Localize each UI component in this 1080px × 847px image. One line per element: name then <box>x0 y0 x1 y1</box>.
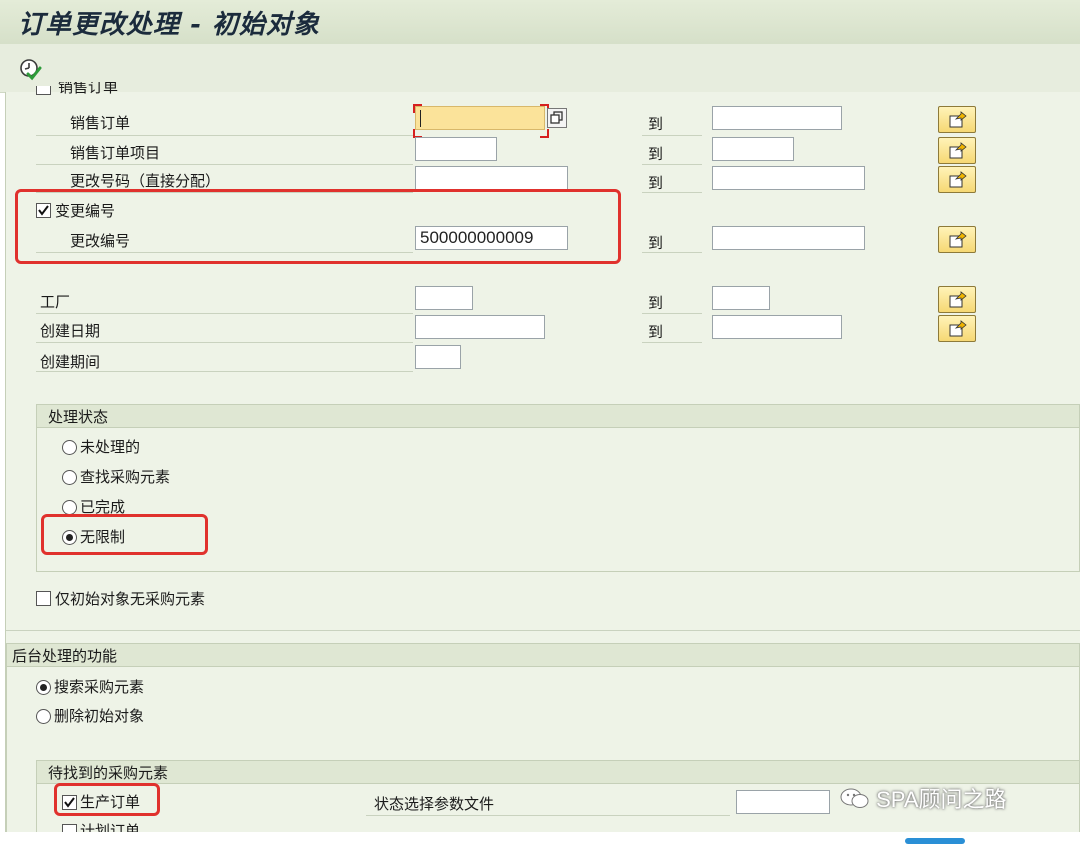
planned-order-checkbox[interactable] <box>62 824 77 832</box>
blue-scroll-mark <box>905 838 965 844</box>
processing-status-title: 处理状态 <box>48 408 109 426</box>
sales-order-section-label: 销售订单 <box>58 82 119 94</box>
status-profile-label: 状态选择参数文件 <box>374 795 495 813</box>
only-initial-objects-label: 仅初始对象无采购元素 <box>55 590 206 608</box>
focus-corner <box>413 104 422 113</box>
row-underline <box>36 313 413 314</box>
row-underline <box>36 135 413 136</box>
created-date-label: 创建日期 <box>40 322 101 340</box>
f4-help-icon[interactable] <box>547 108 567 128</box>
focus-corner <box>540 129 549 138</box>
change-number-direct-from-input[interactable] <box>415 166 568 190</box>
group-header <box>37 405 1079 428</box>
section-divider <box>6 630 1080 631</box>
to-label: 到 <box>648 115 664 133</box>
radio-completed[interactable] <box>62 500 77 515</box>
plant-from-input[interactable] <box>415 286 473 310</box>
watermark-text: SPA顾问之路 <box>876 787 1007 812</box>
row-underline <box>642 164 702 165</box>
change-number-direct-label: 更改号码（直接分配） <box>70 172 221 190</box>
sales-order-item-from-input[interactable] <box>415 137 497 161</box>
wechat-icon <box>840 787 876 812</box>
row-underline <box>36 371 413 372</box>
multiple-selection-button[interactable] <box>938 106 976 133</box>
application-toolbar <box>0 44 1080 93</box>
to-label: 到 <box>648 145 664 163</box>
multiple-selection-button[interactable] <box>938 286 976 313</box>
plant-to-input[interactable] <box>712 286 770 310</box>
background-processing-title: 后台处理的功能 <box>12 647 118 665</box>
created-date-from-input[interactable] <box>415 315 545 339</box>
highlight-box-change-number <box>15 189 621 264</box>
row-underline <box>642 135 702 136</box>
status-profile-input[interactable] <box>736 790 830 814</box>
change-number-to-input[interactable] <box>712 226 865 250</box>
created-period-label: 创建期间 <box>40 353 101 371</box>
radio-find-procurement[interactable] <box>62 470 77 485</box>
group-header <box>37 761 1079 784</box>
sales-order-checkbox[interactable] <box>36 86 51 95</box>
execute-clock-check-icon[interactable] <box>18 57 42 81</box>
row-underline <box>642 192 702 193</box>
row-underline <box>642 252 702 253</box>
row-underline <box>36 164 413 165</box>
row-underline <box>642 342 702 343</box>
plant-label: 工厂 <box>40 293 71 311</box>
radio-unprocessed[interactable] <box>62 440 77 455</box>
highlight-box-production-order <box>54 783 160 816</box>
procurement-elements-title: 待找到的采购元素 <box>48 764 169 782</box>
radio-delete-initial[interactable] <box>36 709 51 724</box>
radio-unprocessed-label: 未处理的 <box>80 438 141 456</box>
sales-order-from-input[interactable] <box>415 106 545 130</box>
sales-order-item-label: 销售订单项目 <box>70 144 161 162</box>
row-underline <box>366 815 730 816</box>
sales-order-label: 销售订单 <box>70 114 131 132</box>
created-period-input[interactable] <box>415 345 461 369</box>
change-number-direct-to-input[interactable] <box>712 166 865 190</box>
sales-order-item-to-input[interactable] <box>712 137 794 161</box>
multiple-selection-button[interactable] <box>938 315 976 342</box>
multiple-selection-button[interactable] <box>938 166 976 193</box>
created-date-to-input[interactable] <box>712 315 842 339</box>
to-label: 到 <box>648 323 664 341</box>
group-header <box>7 644 1079 667</box>
planned-order-label: 计划订单 <box>80 822 141 832</box>
radio-search-procurement[interactable] <box>36 680 51 695</box>
to-label: 到 <box>648 294 664 312</box>
to-label: 到 <box>648 234 664 252</box>
row-underline <box>642 313 702 314</box>
radio-search-procurement-label: 搜索采购元素 <box>54 678 145 696</box>
multiple-selection-button[interactable] <box>938 137 976 164</box>
multiple-selection-button[interactable] <box>938 226 976 253</box>
highlight-box-unrestricted <box>41 514 208 555</box>
radio-delete-initial-label: 删除初始对象 <box>54 707 145 725</box>
watermark: SPA顾问之路 <box>840 782 1007 814</box>
radio-find-procurement-label: 查找采购元素 <box>80 468 171 486</box>
row-underline <box>36 342 413 343</box>
page-title: 订单更改处理 - 初始对象 <box>18 10 320 40</box>
sales-order-to-input[interactable] <box>712 106 842 130</box>
only-initial-objects-checkbox[interactable] <box>36 591 51 606</box>
to-label: 到 <box>648 174 664 192</box>
